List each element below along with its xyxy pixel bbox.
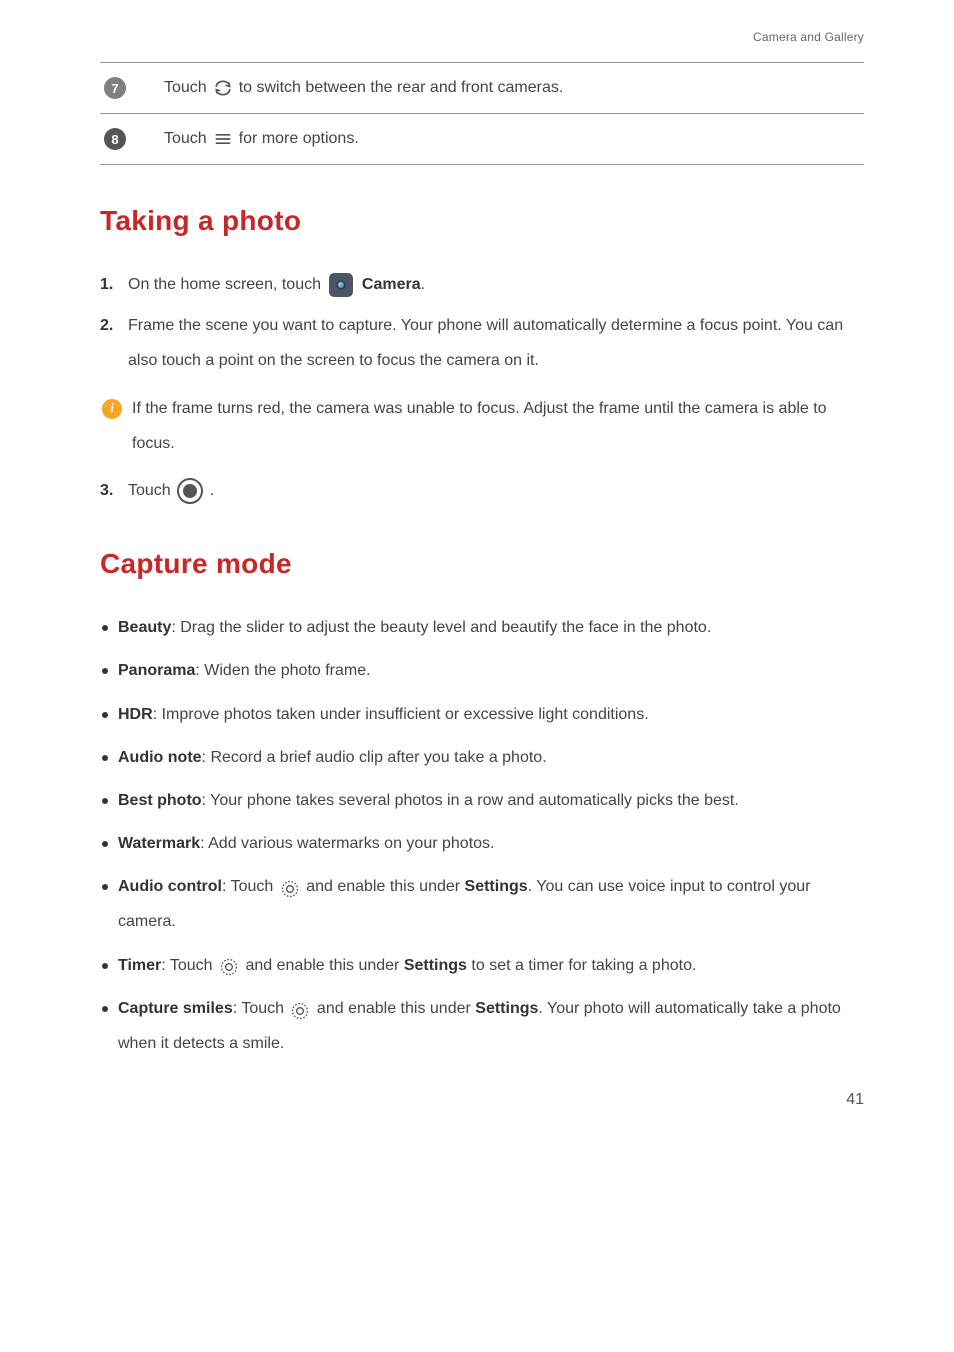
list-item: Best photo: Your phone takes several pho… [100,783,864,818]
page-content: Camera and Gallery 7 Touch to switch bet… [0,0,954,1139]
step-text-post: . [210,482,214,499]
info-text: If the frame turns red, the camera was u… [132,391,864,461]
table-row: 7 Touch to switch between the rear and f… [100,63,864,113]
row-text: Touch to switch between the rear and fro… [164,78,864,98]
gear-icon [219,955,239,975]
bullet-text: Best photo: Your phone takes several pho… [118,783,864,818]
bullet-text: Audio control: Touch and enable this und… [118,869,864,939]
table-row: 8 Touch for more options. [100,114,864,164]
row-text: Touch for more options. [164,129,864,149]
camera-app-icon [329,273,353,297]
bullet-text: Watermark: Add various watermarks on you… [118,826,864,861]
step-text-pre: On the home screen, touch [128,276,325,293]
switch-camera-icon [213,78,233,98]
bullet-text: HDR: Improve photos taken under insuffic… [118,697,864,732]
breadcrumb: Camera and Gallery [100,30,864,44]
bullet-icon [102,884,108,890]
text-pre: Touch [164,79,207,97]
step-number: 1. [100,267,120,302]
gear-icon [280,877,300,897]
step-number: 2. [100,308,120,378]
step-number: 3. [100,473,120,508]
bullet-text: Panorama: Widen the photo frame. [118,653,864,688]
step-body: Touch . [128,473,864,508]
bullet-icon [102,755,108,761]
text-post: for more options. [239,130,359,148]
bullet-icon [102,963,108,969]
list-item: Panorama: Widen the photo frame. [100,653,864,688]
row-number-cell: 8 [100,128,164,150]
text-pre: Touch [164,130,207,148]
list-item: Audio control: Touch and enable this und… [100,869,864,939]
steps-list: 1. On the home screen, touch Camera. 2. … [100,267,864,379]
step-3: 3. Touch . [100,473,864,508]
bullet-icon [102,798,108,804]
step-text-pre: Touch [128,482,175,499]
number-badge-8: 8 [104,128,126,150]
list-item: Audio note: Record a brief audio clip af… [100,740,864,775]
step-body: Frame the scene you want to capture. You… [128,308,864,378]
list-item: Timer: Touch and enable this under Setti… [100,948,864,983]
bullet-icon [102,712,108,718]
bullet-icon [102,668,108,674]
section-heading-taking-photo: Taking a photo [100,205,864,237]
bullet-text: Capture smiles: Touch and enable this un… [118,991,864,1061]
info-icon: i [102,399,122,419]
list-item: HDR: Improve photos taken under insuffic… [100,697,864,732]
bullet-icon [102,1006,108,1012]
step-1: 1. On the home screen, touch Camera. [100,267,864,302]
camera-label: Camera [362,276,421,293]
page-number: 41 [100,1091,864,1109]
info-note: i If the frame turns red, the camera was… [102,391,864,461]
step-body: On the home screen, touch Camera. [128,267,864,302]
list-item: Capture smiles: Touch and enable this un… [100,991,864,1061]
capture-mode-list: Beauty: Drag the slider to adjust the be… [100,610,864,1061]
bullet-icon [102,841,108,847]
list-item: Watermark: Add various watermarks on you… [100,826,864,861]
bullet-text: Beauty: Drag the slider to adjust the be… [118,610,864,645]
section-heading-capture-mode: Capture mode [100,548,864,580]
step-text-post: . [421,276,425,293]
bullet-icon [102,625,108,631]
bullet-text: Timer: Touch and enable this under Setti… [118,948,864,983]
number-badge-7: 7 [104,77,126,99]
gear-icon [290,999,310,1019]
step-2: 2. Frame the scene you want to capture. … [100,308,864,378]
list-item: Beauty: Drag the slider to adjust the be… [100,610,864,645]
bullet-text: Audio note: Record a brief audio clip af… [118,740,864,775]
divider [100,164,864,165]
row-number-cell: 7 [100,77,164,99]
text-post: to switch between the rear and front cam… [239,79,564,97]
shutter-icon [177,478,203,504]
menu-icon [213,129,233,149]
